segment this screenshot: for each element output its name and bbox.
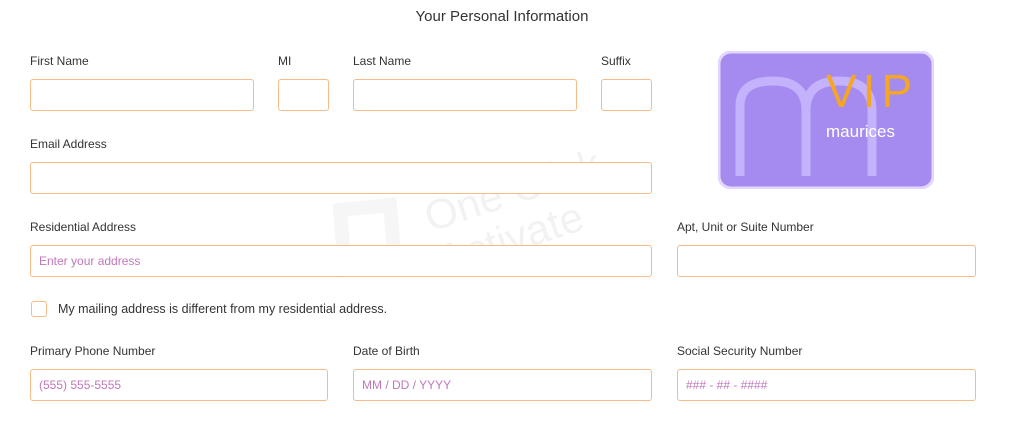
last-name-label: Last Name — [353, 54, 412, 68]
residential-address-field[interactable] — [30, 245, 652, 277]
email-label: Email Address — [30, 137, 107, 151]
first-name-field[interactable] — [30, 79, 254, 111]
first-name-label: First Name — [30, 54, 89, 68]
email-field[interactable] — [30, 162, 652, 194]
dob-field[interactable] — [353, 369, 652, 401]
dob-label: Date of Birth — [353, 344, 420, 358]
phone-label: Primary Phone Number — [30, 344, 156, 358]
apt-field[interactable] — [677, 245, 976, 277]
last-name-field[interactable] — [353, 79, 577, 111]
ssn-field[interactable] — [677, 369, 976, 401]
suffix-label: Suffix — [601, 54, 631, 68]
vip-badge: VIP — [826, 65, 918, 117]
ssn-label: Social Security Number — [677, 344, 803, 358]
page-title: Your Personal Information — [415, 8, 589, 25]
mailing-address-checkbox-label[interactable]: My mailing address is different from my … — [58, 302, 387, 316]
mi-label: MI — [278, 54, 292, 68]
mi-field[interactable] — [278, 79, 329, 111]
vip-card-logo: VIP maurices — [718, 51, 934, 189]
brand-name: maurices — [826, 122, 895, 141]
suffix-field[interactable] — [601, 79, 652, 111]
mailing-address-checkbox[interactable] — [31, 301, 47, 317]
residential-address-label: Residential Address — [30, 220, 137, 234]
phone-field[interactable] — [30, 369, 328, 401]
apt-label: Apt, Unit or Suite Number — [677, 220, 814, 234]
